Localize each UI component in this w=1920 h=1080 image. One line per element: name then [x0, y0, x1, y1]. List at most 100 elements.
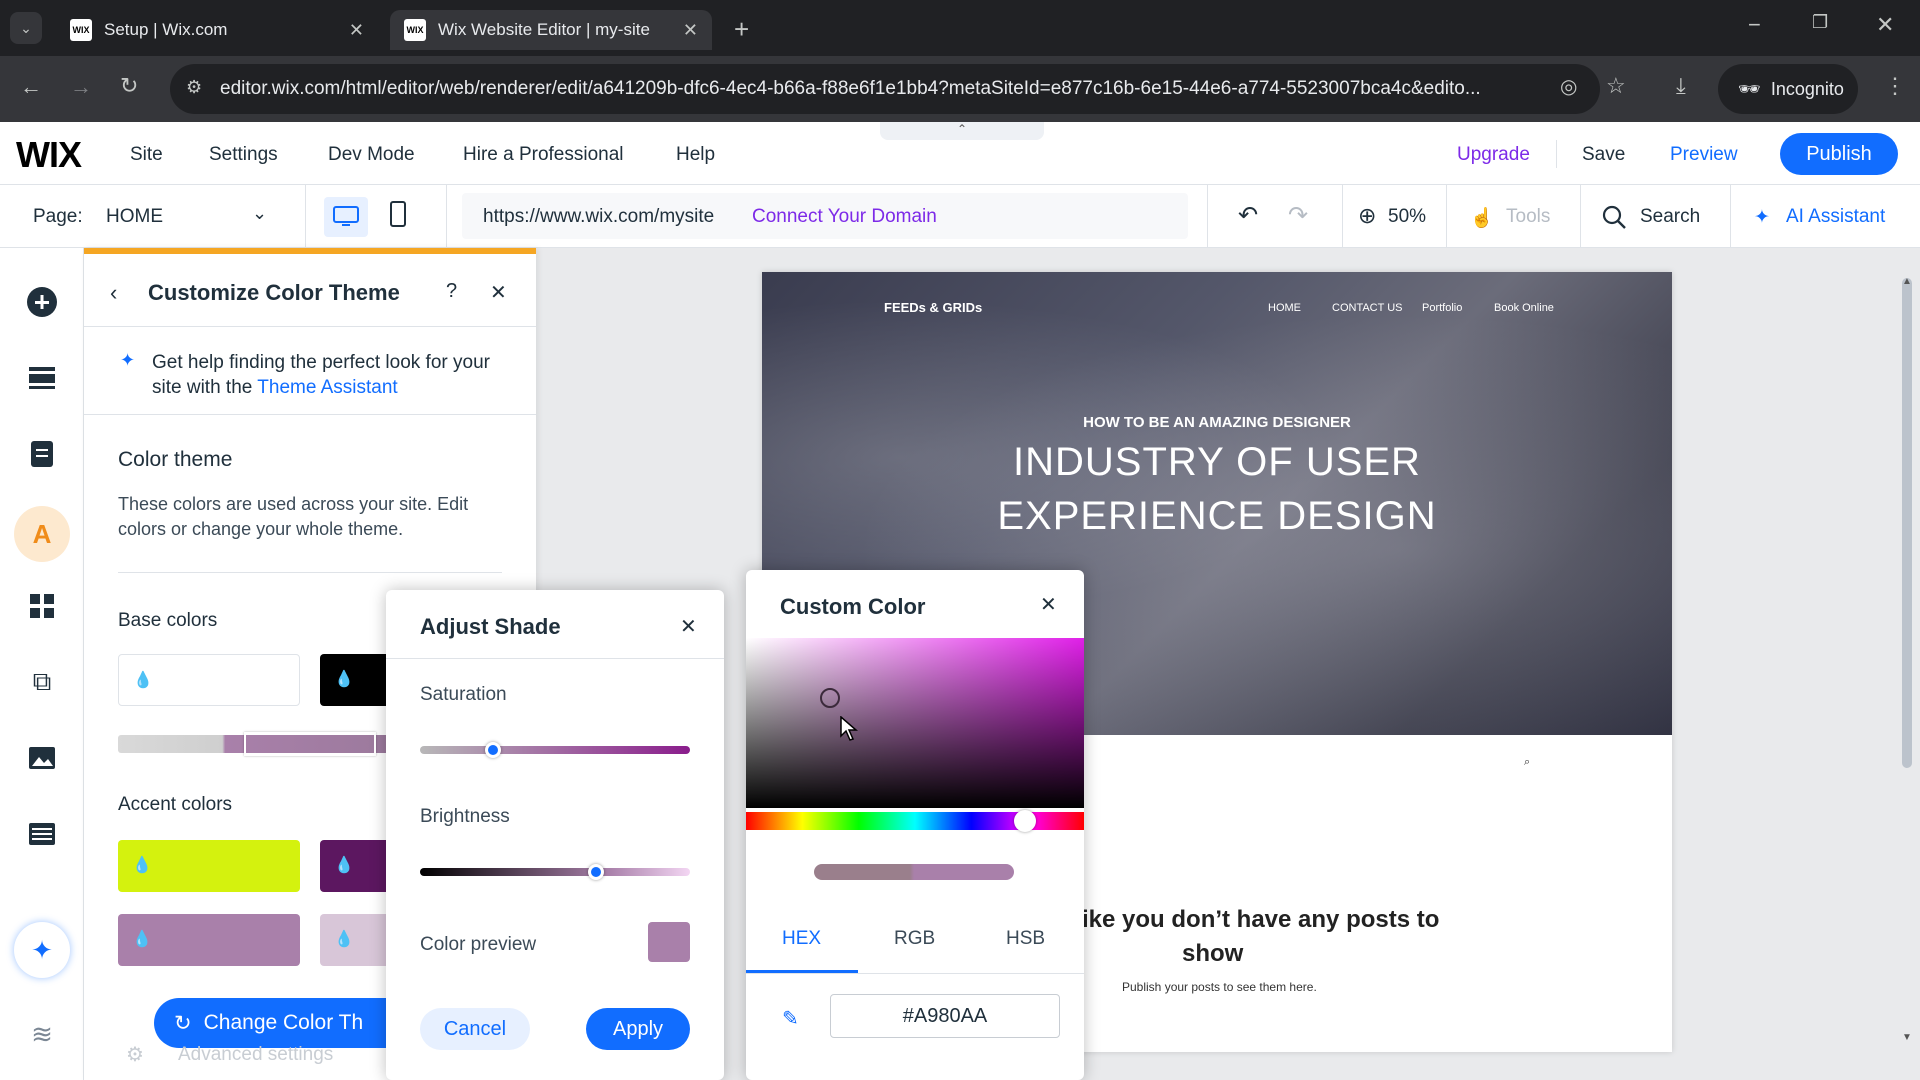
brightness-slider-handle[interactable]: [587, 864, 604, 880]
divider: [1556, 140, 1557, 168]
menu-help[interactable]: Help: [676, 144, 715, 166]
chevron-down-icon[interactable]: ⌄: [252, 203, 267, 224]
eyedropper-icon[interactable]: ✎: [782, 1006, 799, 1031]
page-selector[interactable]: HOME: [106, 206, 163, 228]
menu-settings[interactable]: Settings: [209, 144, 278, 166]
mobile-view-button[interactable]: [390, 201, 406, 227]
download-icon[interactable]: ⤓: [1676, 73, 1686, 99]
minimize-icon[interactable]: −: [1748, 12, 1761, 38]
canvas-scrollbar[interactable]: [1902, 278, 1912, 768]
color-spectrum-area[interactable]: [746, 638, 1084, 808]
redo-icon[interactable]: ↷: [1288, 201, 1308, 230]
menu-dev-mode[interactable]: Dev Mode: [328, 144, 415, 166]
save-button[interactable]: Save: [1582, 144, 1625, 166]
browser-menu-icon[interactable]: ⋮: [1884, 73, 1906, 99]
back-icon[interactable]: ←: [20, 74, 42, 100]
cms-icon[interactable]: [22, 814, 62, 854]
menu-site[interactable]: Site: [130, 144, 163, 166]
search-icon[interactable]: [1602, 205, 1626, 229]
spectrum-picker-handle[interactable]: [820, 688, 840, 708]
site-nav-book-online[interactable]: Book Online: [1494, 302, 1554, 314]
scroll-up-icon[interactable]: ▲: [1902, 276, 1912, 287]
scroll-down-icon[interactable]: ▼: [1902, 1032, 1912, 1043]
change-color-theme-button[interactable]: ↻ Change Color Th: [154, 998, 404, 1048]
incognito-badge[interactable]: 🕶 Incognito: [1718, 64, 1858, 114]
hero-headline-line-1: INDUSTRY OF USER: [1013, 440, 1421, 484]
apps-icon[interactable]: [22, 586, 62, 626]
restore-icon[interactable]: ❐: [1812, 12, 1828, 33]
apply-button[interactable]: Apply: [586, 1008, 690, 1050]
site-info-icon[interactable]: ⚙: [186, 77, 202, 98]
saturation-slider-handle[interactable]: [484, 742, 501, 758]
desktop-icon: [333, 206, 359, 226]
accent-colors-label: Accent colors: [118, 794, 233, 815]
left-tool-rail: A ⧉ ✦ ≋: [0, 248, 84, 1080]
accent-swatch-lime[interactable]: 💧: [118, 840, 300, 892]
pages-icon[interactable]: [22, 434, 62, 474]
tab-rgb[interactable]: RGB: [894, 928, 935, 950]
site-nav-contact[interactable]: CONTACT US: [1332, 302, 1403, 314]
close-tab-icon[interactable]: ✕: [683, 20, 698, 41]
close-window-icon[interactable]: ✕: [1876, 12, 1894, 38]
tab-hex[interactable]: HEX: [782, 928, 821, 950]
layers-icon[interactable]: ≋: [22, 1014, 62, 1054]
star-icon[interactable]: ☆: [1606, 73, 1626, 99]
close-tab-icon[interactable]: ✕: [349, 20, 364, 41]
sections-icon[interactable]: [22, 358, 62, 398]
menu-hire-professional[interactable]: Hire a Professional: [463, 144, 624, 166]
tab-hsb[interactable]: HSB: [1006, 928, 1045, 950]
close-icon[interactable]: ✕: [490, 280, 507, 305]
back-icon[interactable]: ‹: [110, 280, 117, 306]
opacity-preview-bar[interactable]: [814, 864, 1014, 880]
site-design-icon[interactable]: A: [14, 506, 70, 562]
zoom-icon[interactable]: ⊕: [1358, 203, 1376, 229]
new-tab-icon[interactable]: +: [734, 14, 749, 45]
advanced-settings-link[interactable]: Advanced settings: [178, 1044, 333, 1066]
tab-title: Setup | Wix.com: [104, 20, 228, 39]
business-apps-icon[interactable]: ⧉: [22, 662, 62, 702]
browser-tab-editor[interactable]: WIX Wix Website Editor | my-site ✕: [390, 10, 712, 50]
theme-assistant-link[interactable]: Theme Assistant: [257, 377, 397, 398]
add-elements-icon[interactable]: [22, 282, 62, 322]
undo-icon[interactable]: ↶: [1238, 201, 1258, 230]
cancel-button[interactable]: Cancel: [420, 1008, 530, 1050]
address-bar[interactable]: ⚙ editor.wix.com/html/editor/web/rendere…: [170, 64, 1600, 114]
close-icon[interactable]: ✕: [1040, 592, 1057, 617]
close-icon[interactable]: ✕: [680, 614, 697, 639]
blog-search-icon[interactable]: ⌕: [1524, 756, 1530, 769]
accent-swatch-lilac[interactable]: 💧: [118, 914, 300, 966]
help-icon[interactable]: ?: [446, 280, 457, 303]
connect-domain-link[interactable]: Connect Your Domain: [752, 206, 937, 228]
reload-icon[interactable]: ↻: [120, 73, 138, 99]
wix-logo[interactable]: WIX: [16, 134, 82, 176]
ai-sparkle-icon[interactable]: ✦: [14, 922, 70, 978]
tools-icon[interactable]: ☝: [1470, 206, 1494, 230]
hex-input[interactable]: #A980AA: [830, 994, 1060, 1038]
base-color-swatch-white[interactable]: 💧: [118, 654, 300, 706]
wix-favicon-icon: WIX: [70, 19, 92, 41]
upgrade-link[interactable]: Upgrade: [1457, 144, 1530, 166]
preview-button[interactable]: Preview: [1670, 144, 1738, 166]
ai-assistant-button[interactable]: AI Assistant: [1786, 206, 1885, 228]
site-logo[interactable]: FEEDs & GRIDs: [884, 300, 982, 315]
desktop-view-button[interactable]: [324, 197, 368, 237]
divider: [1207, 185, 1208, 248]
drop-icon: 💧: [132, 857, 152, 874]
search-button[interactable]: Search: [1640, 206, 1700, 228]
collapse-toolbar-handle[interactable]: ⌃: [880, 122, 1044, 140]
browser-tab-setup[interactable]: WIX Setup | Wix.com ✕: [56, 10, 378, 50]
media-icon[interactable]: [22, 738, 62, 778]
hue-slider-handle[interactable]: [1014, 810, 1036, 832]
site-url[interactable]: https://www.wix.com/mysite: [483, 206, 714, 228]
forward-icon[interactable]: →: [70, 74, 92, 100]
tab-search-button[interactable]: ⌄: [10, 12, 42, 44]
site-nav-home[interactable]: HOME: [1268, 302, 1301, 314]
eye-off-icon[interactable]: ◎: [1560, 74, 1577, 99]
zoom-level[interactable]: 50%: [1388, 206, 1426, 228]
sparkle-icon[interactable]: ✦: [1754, 206, 1770, 229]
site-nav-portfolio[interactable]: Portfolio: [1422, 302, 1462, 314]
brightness-slider[interactable]: [420, 868, 690, 876]
tools-button[interactable]: Tools: [1506, 206, 1550, 228]
publish-button[interactable]: Publish: [1780, 133, 1898, 175]
saturation-slider[interactable]: [420, 746, 690, 754]
